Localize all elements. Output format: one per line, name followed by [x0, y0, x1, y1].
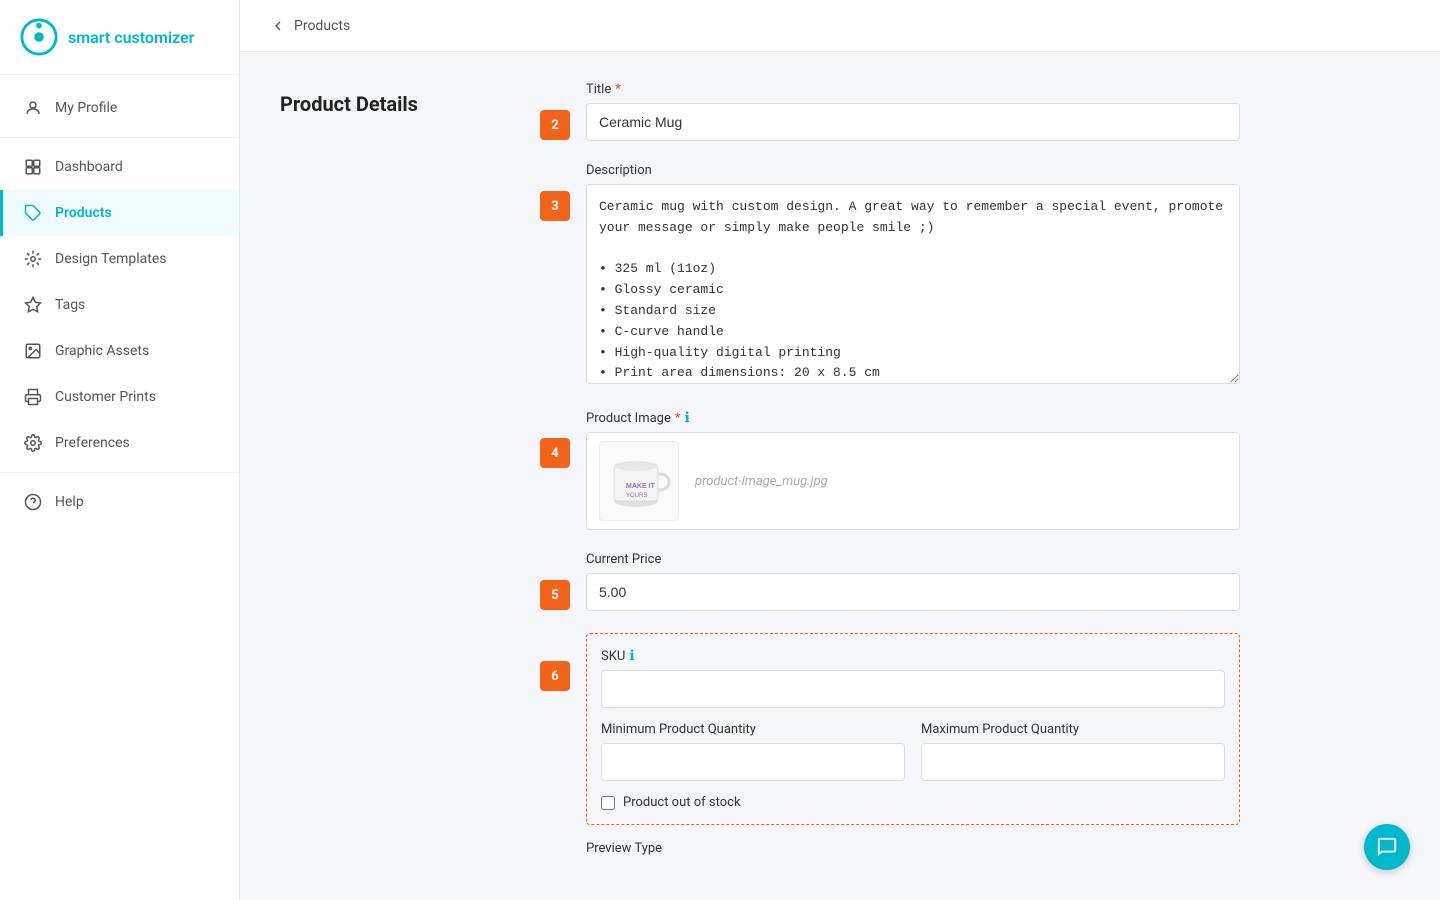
top-bar: Products	[240, 0, 1440, 52]
dashboard-icon	[23, 157, 43, 177]
step-2-content: Title *	[586, 82, 1240, 141]
max-qty-label: Maximum Product Quantity	[921, 722, 1225, 737]
max-qty-input[interactable]	[921, 743, 1225, 781]
design-icon	[23, 249, 43, 269]
chat-icon	[1376, 836, 1398, 858]
sidebar-item-help[interactable]: Help	[0, 479, 239, 525]
sidebar: smart customizer My Profile Dashboard Pr…	[0, 0, 240, 900]
out-of-stock-checkbox[interactable]	[601, 796, 615, 810]
help-icon	[23, 492, 43, 512]
product-image-label: Product Image * ℹ	[586, 410, 1240, 426]
min-qty-field: Minimum Product Quantity	[601, 722, 905, 781]
step-6-row: 6 SKU ℹ Minimum Product Quantity	[540, 633, 1240, 862]
main-content: Products Product Details 2 Title * 3	[240, 0, 1440, 900]
sku-info-icon[interactable]: ℹ	[629, 648, 634, 664]
breadcrumb: Products	[294, 18, 350, 34]
max-qty-field: Maximum Product Quantity	[921, 722, 1225, 781]
step-3-badge: 3	[540, 191, 570, 221]
sidebar-label-preferences: Preferences	[55, 435, 130, 451]
image-preview: MAKE IT YOURS	[599, 441, 679, 521]
step-4-content: Product Image * ℹ MAKE IT	[586, 410, 1240, 530]
sku-label: SKU ℹ	[601, 648, 1225, 664]
sidebar-label-help: Help	[55, 494, 84, 510]
out-of-stock-label[interactable]: Product out of stock	[623, 795, 741, 810]
description-label: Description	[586, 163, 1240, 178]
sidebar-item-design-templates[interactable]: Design Templates	[0, 236, 239, 282]
image-upload-area[interactable]: MAKE IT YOURS product-image_mug.jpg	[586, 432, 1240, 530]
tags-icon	[23, 295, 43, 315]
print-icon	[23, 387, 43, 407]
app-logo-icon	[20, 18, 58, 56]
step-2-badge: 2	[540, 110, 570, 140]
step-4-badge: 4	[540, 438, 570, 468]
step-2-row: 2 Title *	[540, 82, 1240, 141]
app-name: smart customizer	[68, 28, 194, 47]
mug-svg: MAKE IT YOURS	[604, 446, 674, 516]
min-qty-input[interactable]	[601, 743, 905, 781]
title-required-mark: *	[615, 82, 621, 97]
sku-section: SKU ℹ Minimum Product Quantity Maximum P…	[586, 633, 1240, 825]
step-4-row: 4 Product Image * ℹ	[540, 410, 1240, 530]
svg-text:YOURS: YOURS	[626, 493, 647, 499]
sidebar-label-customer-prints: Customer Prints	[55, 389, 156, 405]
sidebar-navigation: My Profile Dashboard Products Design Tem…	[0, 75, 239, 900]
product-image-info-icon[interactable]: ℹ	[684, 410, 689, 426]
image-filename: product-image_mug.jpg	[695, 474, 828, 489]
product-form: 2 Title * 3 Description Ceramic mug with…	[540, 82, 1240, 870]
step-5-content: Current Price	[586, 552, 1240, 611]
sidebar-logo: smart customizer	[0, 0, 239, 75]
out-of-stock-row: Product out of stock	[601, 795, 1225, 810]
sku-input[interactable]	[601, 670, 1225, 708]
sidebar-item-products[interactable]: Products	[0, 190, 239, 236]
content-area: Product Details 2 Title * 3 Description	[240, 52, 1440, 900]
user-icon	[23, 98, 43, 118]
step-6-badge: 6	[540, 661, 570, 691]
preview-type-section: Preview Type	[586, 841, 1240, 856]
step-5-row: 5 Current Price	[540, 552, 1240, 611]
sidebar-label-products: Products	[55, 205, 112, 221]
sidebar-label-my-profile: My Profile	[55, 100, 117, 116]
preview-type-label: Preview Type	[586, 841, 1240, 856]
gear-icon	[23, 433, 43, 453]
page-title: Product Details	[280, 82, 480, 870]
current-price-input[interactable]	[586, 573, 1240, 611]
sidebar-label-dashboard: Dashboard	[55, 159, 123, 175]
min-qty-label: Minimum Product Quantity	[601, 722, 905, 737]
chat-button[interactable]	[1364, 824, 1410, 870]
graphic-icon	[23, 341, 43, 361]
svg-text:MAKE IT: MAKE IT	[626, 483, 656, 490]
sidebar-item-graphic-assets[interactable]: Graphic Assets	[0, 328, 239, 374]
step-5-badge: 5	[540, 580, 570, 610]
sidebar-label-tags: Tags	[55, 297, 85, 313]
sidebar-item-preferences[interactable]: Preferences	[0, 420, 239, 466]
sidebar-item-dashboard[interactable]: Dashboard	[0, 144, 239, 190]
step-3-content: Description Ceramic mug with custom desi…	[586, 163, 1240, 388]
back-button[interactable]	[270, 18, 286, 34]
qty-fields-row: Minimum Product Quantity Maximum Product…	[601, 722, 1225, 781]
step-6-content: SKU ℹ Minimum Product Quantity Maximum P…	[586, 633, 1240, 862]
current-price-label: Current Price	[586, 552, 1240, 567]
step-3-row: 3 Description Ceramic mug with custom de…	[540, 163, 1240, 388]
tag-icon	[23, 203, 43, 223]
product-image-required-mark: *	[675, 411, 681, 426]
sidebar-item-tags[interactable]: Tags	[0, 282, 239, 328]
title-label: Title *	[586, 82, 1240, 97]
sidebar-label-design-templates: Design Templates	[55, 251, 167, 267]
description-textarea[interactable]: Ceramic mug with custom design. A great …	[586, 184, 1240, 384]
sidebar-label-graphic-assets: Graphic Assets	[55, 343, 149, 359]
title-input[interactable]	[586, 103, 1240, 141]
sidebar-item-customer-prints[interactable]: Customer Prints	[0, 374, 239, 420]
sidebar-item-my-profile[interactable]: My Profile	[0, 85, 239, 131]
